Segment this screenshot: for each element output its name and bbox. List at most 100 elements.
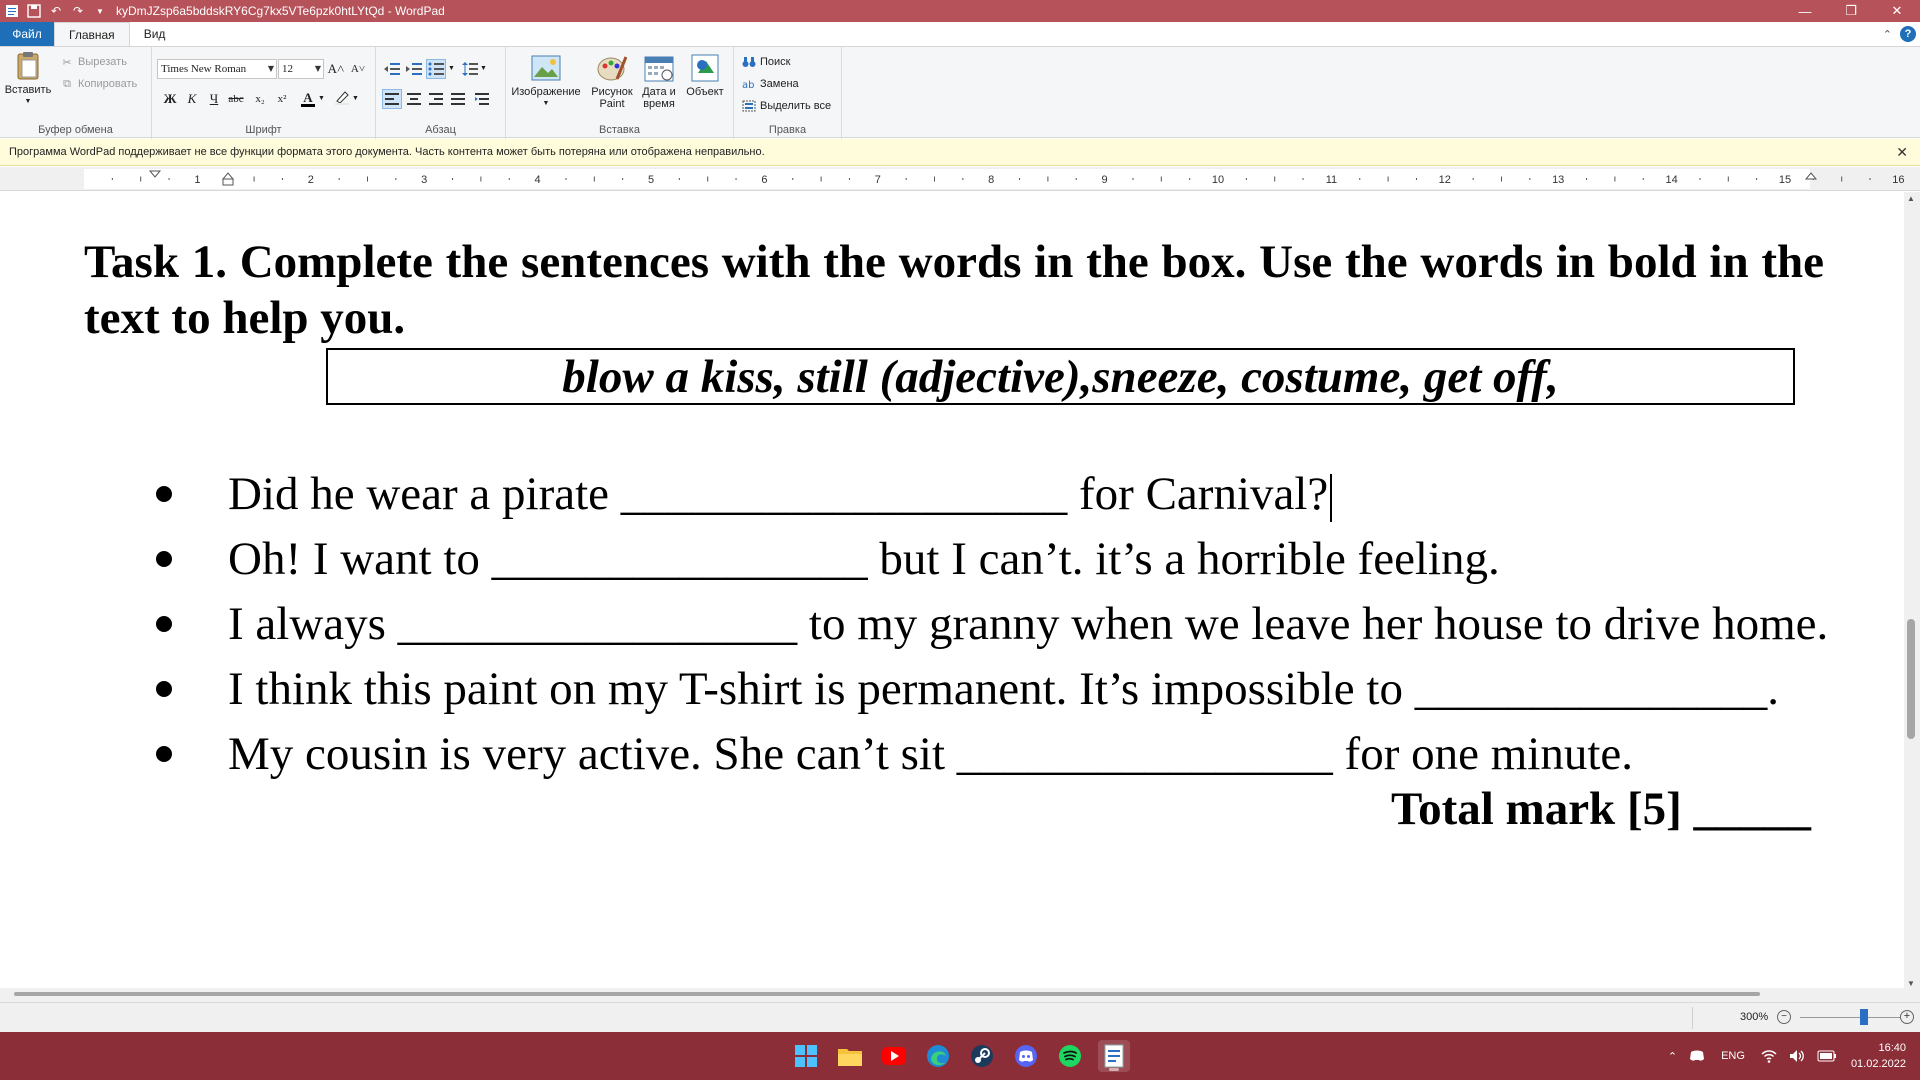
vertical-scroll-thumb[interactable]: [1907, 619, 1915, 739]
date-time-button[interactable]: Дата и время: [638, 53, 680, 110]
zoom-slider-thumb[interactable]: [1860, 1009, 1868, 1025]
minimize-button[interactable]: —: [1782, 0, 1828, 22]
font-size-select[interactable]: 12 ▼: [278, 59, 324, 79]
highlight-button[interactable]: [332, 89, 352, 109]
help-icon[interactable]: ?: [1900, 26, 1916, 42]
zoom-in-button[interactable]: +: [1900, 1010, 1914, 1024]
show-hidden-icons-icon[interactable]: ⌃: [1668, 1050, 1677, 1063]
scroll-up-icon[interactable]: ▲: [1907, 194, 1915, 203]
word-box-text: blow a kiss, still (adjective),sneeze, c…: [562, 350, 1559, 403]
undo-icon[interactable]: ↶: [48, 3, 64, 19]
copy-button[interactable]: ⧉ Копировать: [60, 77, 137, 91]
superscript-button[interactable]: x²: [272, 89, 292, 109]
bold-button[interactable]: Ж: [160, 89, 180, 109]
replace-label: Замена: [760, 78, 799, 90]
justify-icon[interactable]: [448, 89, 468, 109]
youtube-icon[interactable]: [878, 1040, 910, 1072]
select-all-icon: [742, 99, 756, 113]
highlight-dropdown-icon[interactable]: ▼: [352, 95, 359, 102]
ruler-number: 1: [194, 174, 200, 186]
input-language[interactable]: ENG: [1721, 1050, 1745, 1062]
scroll-down-icon[interactable]: ▼: [1907, 979, 1915, 988]
line-spacing-dropdown-icon[interactable]: ▼: [480, 65, 487, 72]
insert-image-dropdown-icon[interactable]: ▼: [543, 98, 550, 110]
ruler-number: 9: [1102, 174, 1108, 186]
tab-file[interactable]: Файл: [0, 22, 54, 46]
scissors-icon: ✂: [62, 56, 72, 69]
italic-button[interactable]: К: [182, 89, 202, 109]
close-button[interactable]: ✕: [1874, 0, 1920, 22]
object-icon: [690, 53, 720, 83]
bullet-icon: [156, 746, 172, 762]
document-area[interactable]: Task 1. Complete the sentences with the …: [0, 192, 1904, 988]
word-box: blow a kiss, still (adjective),sneeze, c…: [326, 348, 1795, 405]
font-size-dropdown-icon: ▼: [314, 64, 321, 73]
wordpad-app-icon[interactable]: [4, 3, 20, 19]
paint-drawing-button[interactable]: Рисунок Paint: [590, 53, 634, 110]
find-button[interactable]: Поиск: [742, 55, 790, 69]
ruler-scale: 1 2 3 4 5 6 7 8 9 10 11 12 13 14 15 16: [84, 169, 1905, 189]
insert-image-button[interactable]: Изображение ▼: [511, 53, 581, 110]
insert-image-label: Изображение: [511, 86, 581, 98]
shrink-font-button[interactable]: A˅: [348, 59, 368, 79]
tab-home[interactable]: Главная: [54, 22, 130, 46]
paragraph-group-label: Абзац: [425, 124, 456, 136]
select-all-button[interactable]: Выделить все: [742, 99, 831, 113]
replace-button[interactable]: ab Замена: [742, 77, 799, 91]
discord-tray-icon[interactable]: [1689, 1050, 1705, 1062]
paste-icon: [13, 51, 43, 81]
strikethrough-button[interactable]: abc: [226, 89, 246, 109]
infobar-close-button[interactable]: ✕: [1896, 144, 1908, 161]
align-center-icon[interactable]: [404, 89, 424, 109]
quick-access-toolbar: ↶ ↷ ▼: [0, 0, 108, 22]
collapse-ribbon-icon[interactable]: ⌃: [1883, 28, 1892, 41]
font-family-dropdown-icon: ▼: [267, 64, 274, 73]
insert-object-button[interactable]: Объект: [682, 53, 728, 98]
subscript-button[interactable]: x₂: [250, 89, 270, 109]
clock[interactable]: 16:40 01.02.2022: [1851, 1040, 1906, 1072]
redo-icon[interactable]: ↷: [70, 3, 86, 19]
tab-view[interactable]: Вид: [130, 22, 180, 46]
bullet-list-dropdown-icon[interactable]: ▼: [448, 65, 455, 72]
customize-qat-icon[interactable]: ▼: [92, 3, 108, 19]
text-color-button[interactable]: A: [298, 89, 318, 109]
ruler[interactable]: 1 2 3 4 5 6 7 8 9 10 11 12 13 14 15 16: [0, 167, 1920, 191]
cut-button[interactable]: ✂ Вырезать: [60, 55, 127, 69]
battery-icon[interactable]: [1817, 1050, 1837, 1062]
sentence-text: I always _________________ to my granny …: [228, 598, 1829, 650]
start-icon[interactable]: [790, 1040, 822, 1072]
volume-icon[interactable]: [1789, 1049, 1805, 1063]
discord-icon[interactable]: [1010, 1040, 1042, 1072]
grow-font-button[interactable]: A˄: [326, 59, 346, 79]
increase-indent-icon[interactable]: [404, 59, 424, 79]
bullet-list-icon[interactable]: [426, 59, 446, 79]
line-spacing-icon[interactable]: [460, 59, 480, 79]
paste-dropdown-icon[interactable]: ▼: [25, 96, 32, 108]
task-heading: Task 1. Complete the sentences with the …: [84, 236, 1824, 344]
edge-icon[interactable]: [922, 1040, 954, 1072]
text-color-dropdown-icon[interactable]: ▼: [318, 95, 325, 102]
horizontal-scrollbar[interactable]: [0, 988, 1920, 1002]
decrease-indent-icon[interactable]: [382, 59, 402, 79]
maximize-button[interactable]: ❐: [1828, 0, 1874, 22]
align-right-icon[interactable]: [426, 89, 446, 109]
align-left-icon[interactable]: [382, 89, 402, 109]
file-explorer-icon[interactable]: [834, 1040, 866, 1072]
font-family-select[interactable]: Times New Roman ▼: [157, 59, 277, 79]
title-bar: ↶ ↷ ▼ kyDmJZsp6a5bddskRY6Cg7kx5VTe6pzk0h…: [0, 0, 1920, 22]
text-color-swatch: [301, 103, 315, 107]
font-family-value: Times New Roman: [161, 63, 247, 75]
spotify-icon[interactable]: [1054, 1040, 1086, 1072]
zoom-slider-track[interactable]: [1800, 1017, 1900, 1018]
zoom-out-button[interactable]: −: [1777, 1010, 1791, 1024]
paragraph-settings-icon[interactable]: [472, 89, 492, 109]
steam-icon[interactable]: [966, 1040, 998, 1072]
underline-button[interactable]: Ч: [204, 89, 224, 109]
bullet-icon: [156, 551, 172, 567]
horizontal-scroll-thumb[interactable]: [14, 992, 1760, 996]
wordpad-icon[interactable]: [1098, 1040, 1130, 1072]
wifi-icon[interactable]: [1761, 1049, 1777, 1063]
vertical-scrollbar[interactable]: ▲ ▼: [1904, 192, 1920, 988]
paste-button[interactable]: Вставить ▼: [5, 51, 51, 108]
save-icon[interactable]: [26, 3, 42, 19]
